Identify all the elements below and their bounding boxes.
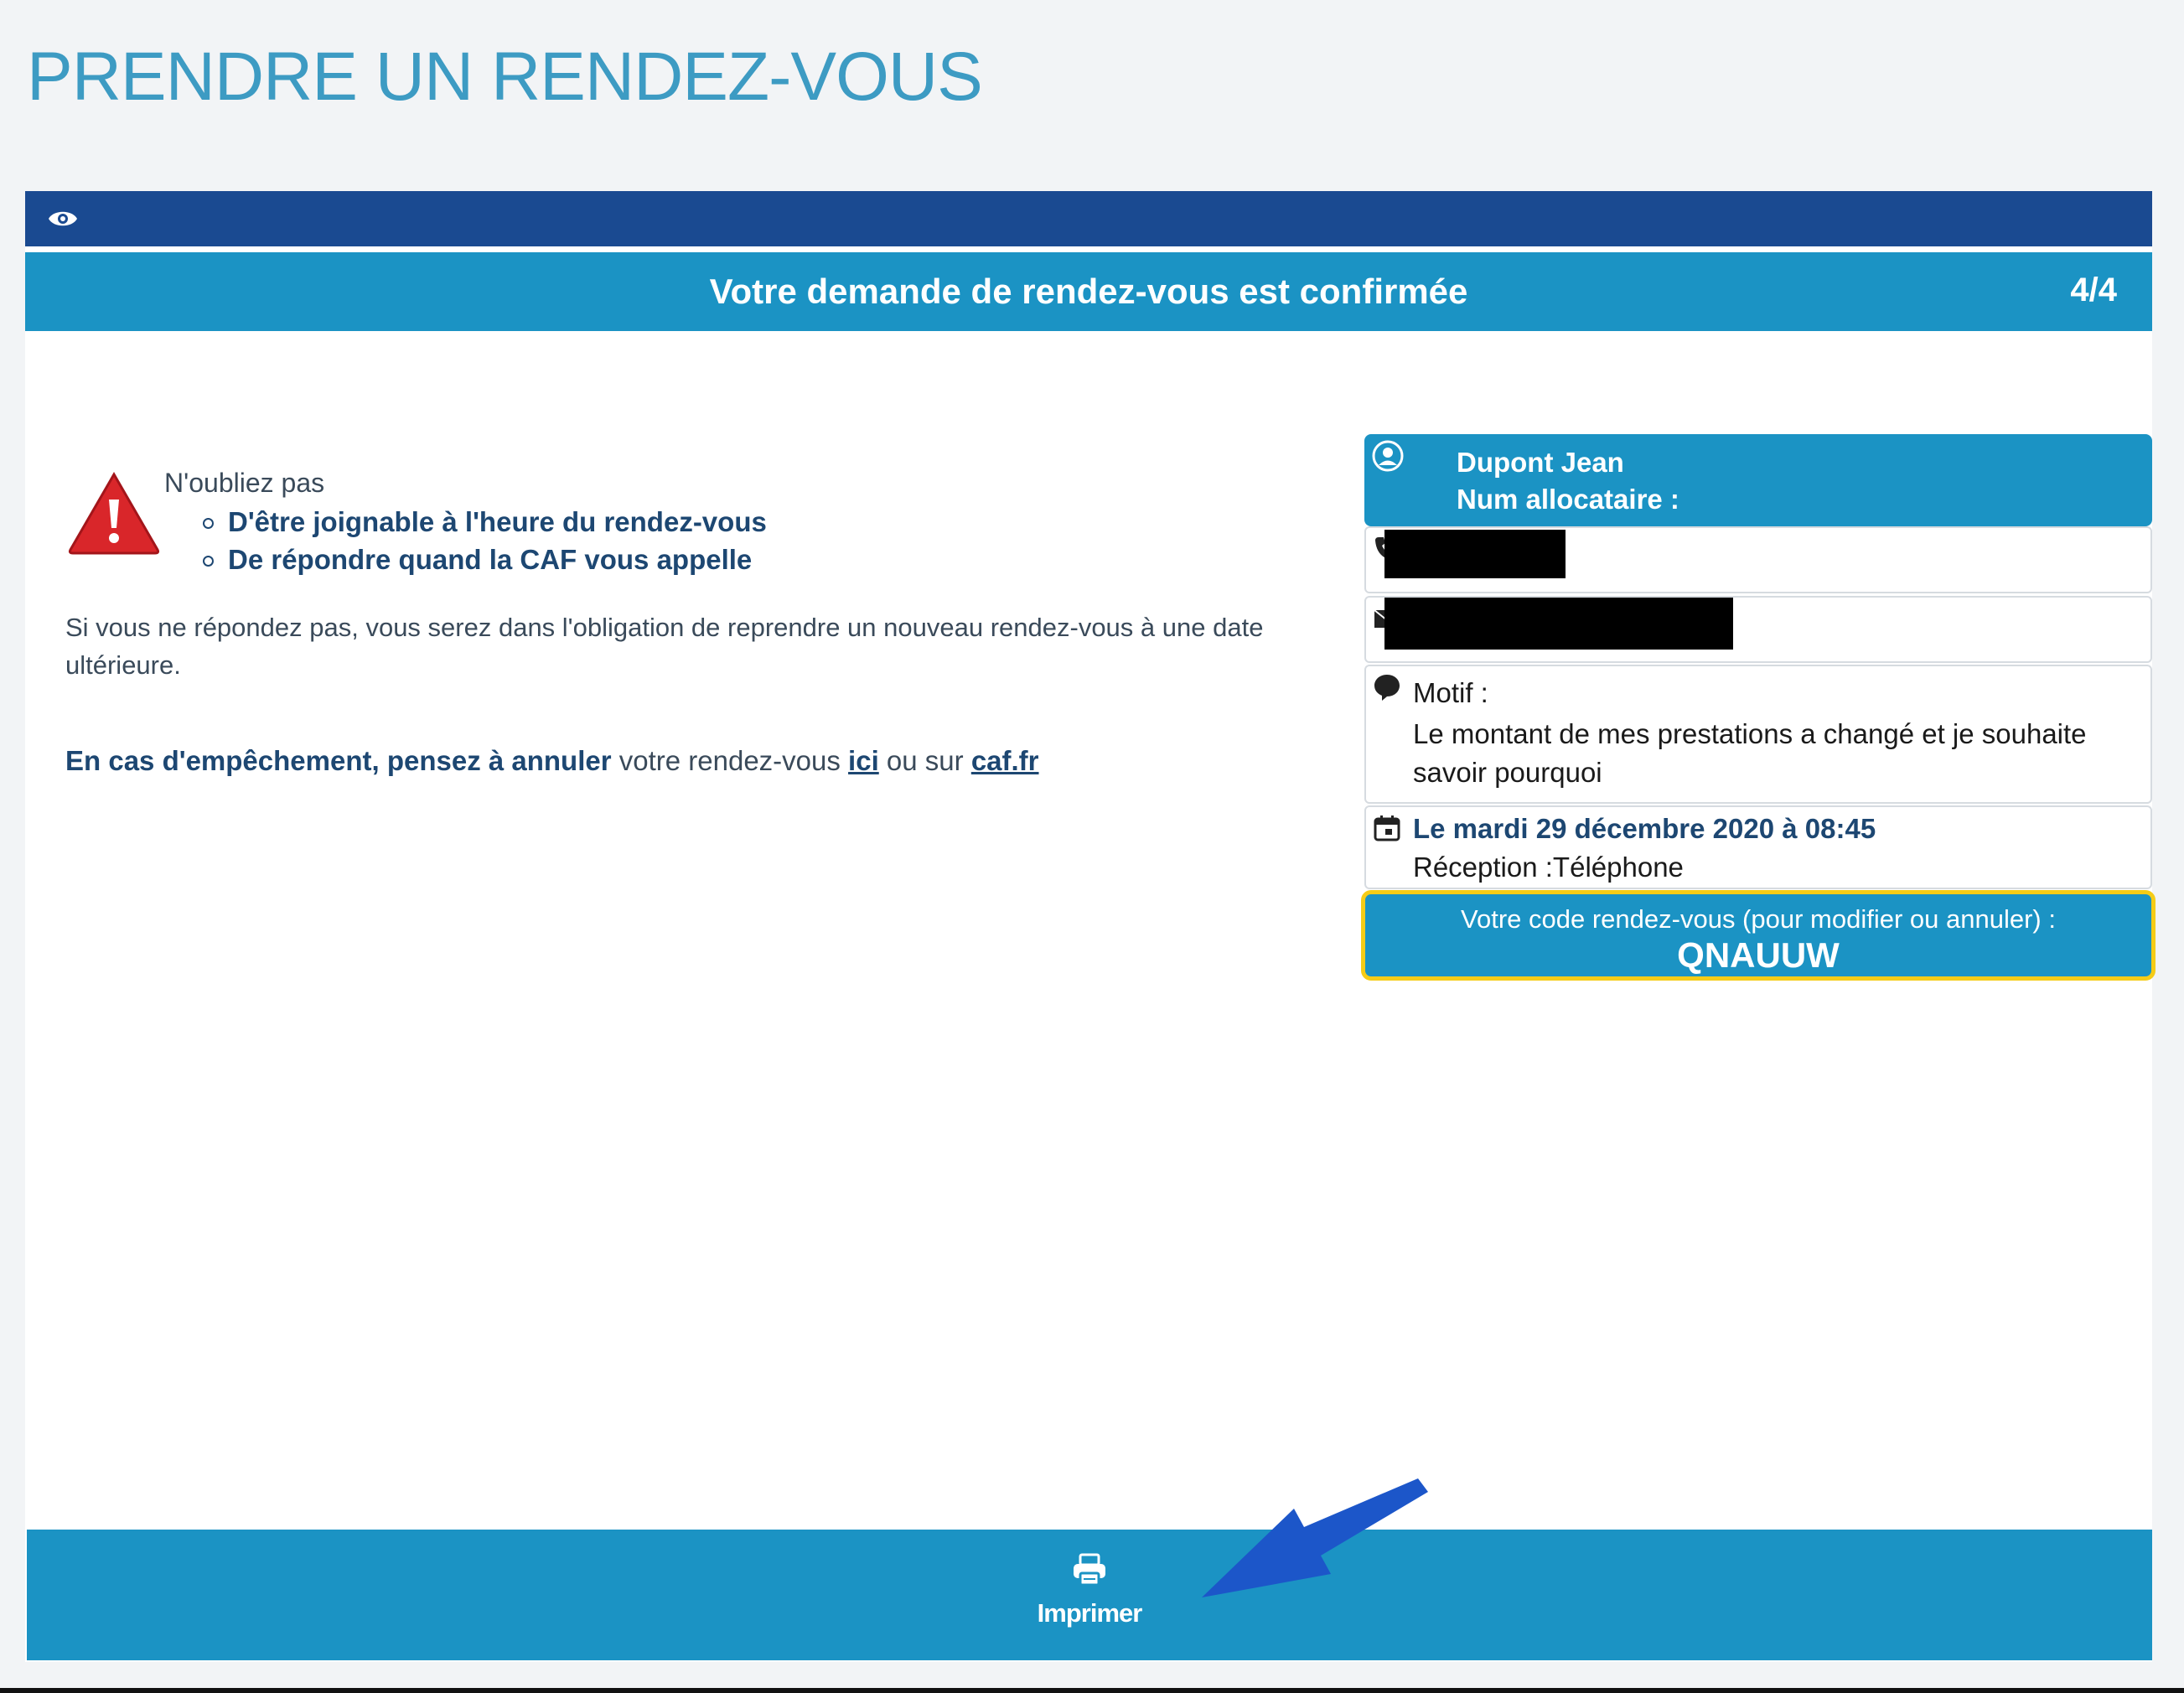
page-title: PRENDRE UN RENDEZ-VOUS — [27, 39, 983, 115]
list-item: De répondre quand la CAF vous appelle — [201, 541, 767, 578]
reception-mode: Réception :Téléphone — [1413, 852, 1684, 883]
cancel-or-text: ou sur — [878, 745, 971, 776]
reminder-intro: N'oubliez pas — [164, 468, 325, 498]
arrow-icon — [1202, 1478, 1428, 1597]
printer-icon — [1074, 1553, 1105, 1587]
motif-text: Le montant de mes prestations a changé e… — [1413, 718, 2087, 788]
warning-triangle-icon — [68, 472, 160, 555]
appointment-code-label: Votre code rendez-vous (pour modifier ou… — [1461, 904, 2056, 934]
notice-text: Si vous ne répondez pas, vous serez dans… — [65, 613, 1264, 680]
redacted-email — [1384, 598, 1733, 650]
redacted-phone — [1384, 530, 1566, 578]
cancel-here-link[interactable]: ici — [848, 745, 879, 776]
eye-icon[interactable] — [47, 208, 79, 230]
cancel-mid-text: votre rendez-vous — [611, 745, 849, 776]
motif-row: Motif : Le montant de mes prestations a … — [1364, 665, 2152, 804]
caf-site-link[interactable]: caf.fr — [971, 745, 1039, 776]
step-indicator: 4/4 — [2070, 272, 2117, 308]
user-circle-icon — [1372, 440, 1404, 472]
beneficiary-name: Dupont Jean — [1457, 447, 1624, 478]
speech-bubble-icon — [1374, 675, 1400, 701]
cancel-instructions: En cas d'empêchement, pensez à annuler v… — [65, 743, 1039, 779]
date-row: Le mardi 29 décembre 2020 à 08:45 Récept… — [1364, 805, 2152, 889]
print-label: Imprimer — [1037, 1598, 1143, 1628]
calendar-icon — [1374, 815, 1400, 841]
appointment-code-value: QNAUUW — [1677, 935, 1840, 975]
footer-bar: Imprimer — [27, 1530, 2152, 1660]
beneficiary-card: Dupont Jean Num allocataire : — [1364, 434, 2152, 526]
appointment-date: Le mardi 29 décembre 2020 à 08:45 — [1413, 813, 1876, 844]
list-item: D'être joignable à l'heure du rendez-vou… — [201, 503, 767, 541]
phone-row — [1364, 526, 2152, 593]
appointment-panel: Votre demande de rendez-vous est confirm… — [25, 191, 2156, 1662]
bottom-border — [0, 1688, 2184, 1693]
reminder-list: D'être joignable à l'heure du rendez-vou… — [201, 503, 767, 578]
motif-label: Motif : — [1413, 677, 1488, 708]
confirmation-title: Votre demande de rendez-vous est confirm… — [709, 272, 1468, 311]
email-row — [1364, 596, 2152, 663]
appointment-code-box: Votre code rendez-vous (pour modifier ou… — [1361, 890, 2156, 981]
print-button[interactable]: Imprimer — [1006, 1546, 1173, 1647]
cancel-bold-text: En cas d'empêchement, pensez à annuler — [65, 745, 612, 776]
top-toolbar — [25, 191, 2152, 246]
beneficiary-number-label: Num allocataire : — [1457, 484, 1679, 515]
confirmation-header: Votre demande de rendez-vous est confirm… — [25, 252, 2152, 331]
